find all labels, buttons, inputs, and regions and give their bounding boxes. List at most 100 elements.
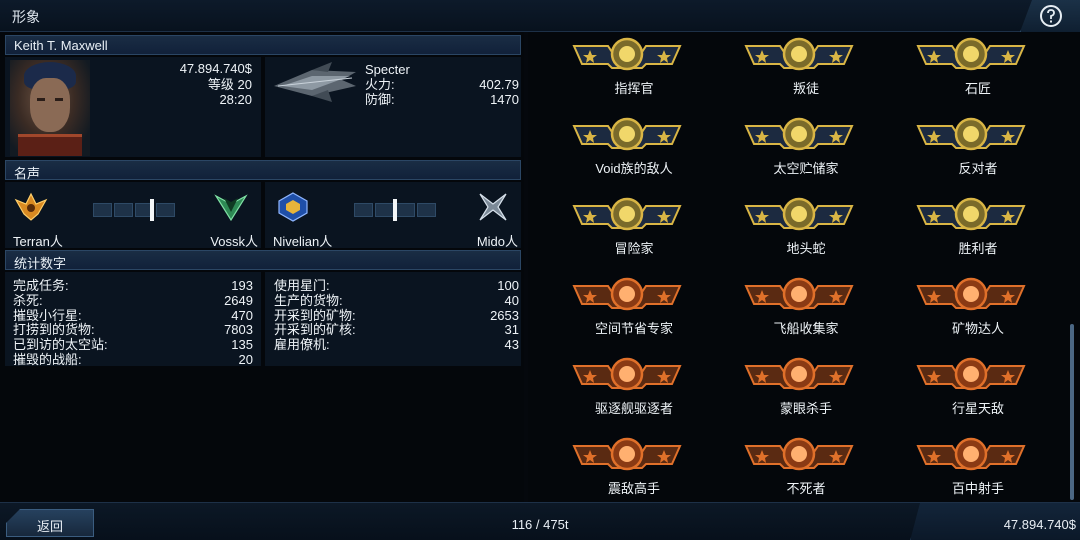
credits-total: 47.894.740$: [1003, 517, 1076, 532]
stat-value: 193: [231, 278, 253, 293]
reputation-marker-2: [393, 199, 397, 221]
achievement-label: 石匠: [964, 81, 991, 96]
achievement-medal[interactable]: Void族的敌人: [548, 116, 720, 192]
trophy-icon: [916, 197, 1026, 231]
stat-value: 135: [231, 337, 253, 352]
reputation-bar-1: [93, 203, 175, 217]
commander-icon: [572, 37, 682, 71]
stats-header: 统计数字: [5, 250, 521, 271]
top-bar: 形象: [0, 0, 1080, 32]
achievement-medal[interactable]: 不死者: [720, 436, 892, 512]
achievement-medal[interactable]: 叛徒: [720, 36, 892, 112]
achievement-medal[interactable]: 太空贮储家: [720, 116, 892, 192]
stat-label: 打捞到的货物:: [13, 322, 95, 337]
achievement-label: 地头蛇: [786, 241, 826, 256]
traitor-icon: [744, 37, 854, 71]
stat-label: 生产的货物:: [274, 293, 343, 308]
back-button[interactable]: 返回: [6, 509, 94, 537]
pilot-name-header: Keith T. Maxwell: [5, 35, 521, 55]
achievement-medal[interactable]: 驱逐舰驱逐者: [548, 356, 720, 432]
achievement-medal[interactable]: 空间节省专家: [548, 276, 720, 352]
achievement-label: 矿物达人: [951, 321, 1004, 336]
cross-icon: [916, 117, 1026, 151]
achievement-label: 冒险家: [614, 241, 654, 256]
achievement-medal[interactable]: 指挥官: [548, 36, 720, 112]
achievement-label: 百中射手: [951, 481, 1004, 496]
cube-icon: [744, 117, 854, 151]
achievement-label: 空间节省专家: [594, 321, 673, 336]
undead-icon: [744, 437, 854, 471]
crate-icon: [572, 277, 682, 311]
pilot-playtime: 28:20: [219, 92, 252, 107]
mason-icon: [916, 37, 1026, 71]
achievement-medal[interactable]: 地头蛇: [720, 196, 892, 272]
pilot-level: 等级 20: [207, 77, 252, 92]
fist-icon: [572, 197, 682, 231]
stat-label: 摧毁的战船:: [13, 352, 82, 367]
stat-label: 开采到的矿物:: [274, 308, 356, 323]
achievement-label: 叛徒: [792, 81, 819, 96]
stat-value: 2653: [490, 308, 519, 323]
help-button[interactable]: [1040, 5, 1062, 27]
back-button-label: 返回: [36, 519, 63, 534]
shock-icon: [572, 437, 682, 471]
mineral-icon: [916, 277, 1026, 311]
stats-title: 统计数字: [14, 256, 67, 271]
defense-label: 防御:: [365, 92, 395, 107]
stat-value: 40: [504, 293, 519, 308]
starburst-icon: [744, 197, 854, 231]
ship-image: [274, 62, 356, 102]
stat-value: 2649: [224, 293, 253, 308]
achievements-panel: 指挥官 叛徒 石匠 Void族的敌人 太空贮储家 反对者冒险家 地头蛇 胜利者空间节省专家 飞船…: [528, 32, 1080, 502]
achievement-label: 驱逐舰驱逐者: [594, 401, 673, 416]
stat-value: 7803: [224, 322, 253, 337]
pilot-name: Keith T. Maxwell: [14, 38, 108, 53]
firepower-label: 火力:: [365, 77, 395, 92]
target-icon: [916, 437, 1026, 471]
stat-label: 完成任务:: [13, 278, 69, 293]
reputation-marker-1: [150, 199, 155, 221]
defense-value: 1470: [490, 92, 519, 107]
achievement-medal[interactable]: 百中射手: [892, 436, 1064, 512]
achievement-label: 飞船收集家: [773, 321, 839, 336]
terran-emblem-icon: [14, 192, 48, 221]
stat-label: 已到访的太空站:: [13, 337, 108, 352]
achievement-medal[interactable]: 胜利者: [892, 196, 1064, 272]
reputation-left-1: Terran人: [13, 234, 63, 249]
stat-value: 31: [504, 322, 519, 337]
nivelian-emblem-icon: [278, 192, 308, 222]
achievement-label: 胜利者: [958, 241, 998, 256]
stat-label: 使用星门:: [274, 278, 330, 293]
credits-cap: 47.894.740$: [910, 503, 1080, 540]
reputation-left-2: Nivelian人: [273, 234, 333, 249]
flame-icon: [572, 357, 682, 391]
achievement-label: 行星天敌: [951, 401, 1004, 416]
peace-hand-icon: [572, 117, 682, 151]
achievement-label: 不死者: [786, 481, 826, 496]
cargo-capacity: 116 / 475t: [511, 517, 569, 532]
achievement-medal[interactable]: 冒险家: [548, 196, 720, 272]
achievement-medal[interactable]: 震敌高手: [548, 436, 720, 512]
achievements-scrollbar[interactable]: [1070, 324, 1074, 500]
achievement-medal[interactable]: 行星天敌: [892, 356, 1064, 432]
reputation-header: 名声: [5, 160, 521, 181]
achievement-medal[interactable]: 反对者: [892, 116, 1064, 192]
stat-value: 470: [231, 308, 253, 323]
reputation-title: 名声: [14, 166, 41, 181]
planet-icon: [916, 357, 1026, 391]
achievement-medal[interactable]: 矿物达人: [892, 276, 1064, 352]
page-title: 形象: [12, 9, 40, 25]
pilot-credits: 47.894.740$: [179, 61, 252, 76]
achievement-medal[interactable]: 飞船收集家: [720, 276, 892, 352]
achievement-medal[interactable]: 石匠: [892, 36, 1064, 112]
vossk-emblem-icon: [214, 194, 248, 222]
stat-label: 雇用僚机:: [274, 337, 330, 352]
stat-label: 开采到的矿核:: [274, 322, 356, 337]
claw-icon: [744, 357, 854, 391]
reputation-right-1: Vossk人: [210, 234, 258, 249]
achievement-label: Void族的敌人: [595, 161, 673, 176]
ship-name: Specter: [365, 62, 410, 77]
achievement-medal[interactable]: 蒙眼杀手: [720, 356, 892, 432]
p-icon: [744, 277, 854, 311]
achievement-label: 太空贮储家: [773, 161, 839, 176]
